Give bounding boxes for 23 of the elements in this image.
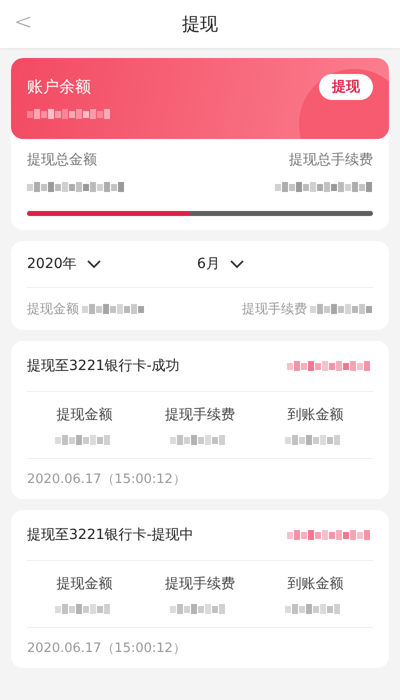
column-label: 到账金额	[287, 575, 344, 593]
amount-label: 提现金额	[27, 301, 79, 318]
column-label: 到账金额	[287, 406, 344, 424]
column-label: 提现手续费	[164, 575, 235, 593]
page-title: 提现	[182, 13, 218, 36]
blurred-value	[82, 303, 145, 315]
column-label: 提现手续费	[164, 406, 235, 424]
total-fee-label: 提现总手续费	[289, 151, 373, 169]
month-dropdown[interactable]: 6月	[197, 255, 367, 273]
column-label: 提现金额	[56, 406, 113, 424]
column-label: 提现金额	[56, 575, 113, 593]
blurred-value	[310, 303, 373, 315]
record-date: 2020.06.17（15:00:12）	[27, 640, 187, 658]
record-title: 提现至3221银行卡-成功	[27, 357, 180, 375]
withdraw-button[interactable]: 提现	[319, 74, 373, 100]
balance-label: 账户余额	[27, 76, 91, 98]
chevron-down-icon	[230, 260, 244, 268]
total-amount-label: 提现总金额	[27, 151, 97, 169]
fee-label: 提现手续费	[242, 301, 307, 318]
record-title: 提现至3221银行卡-提现中	[27, 526, 194, 544]
record-date: 2020.06.17（15:00:12）	[27, 471, 187, 489]
year-dropdown[interactable]: 2020年	[27, 255, 197, 273]
chevron-down-icon	[86, 260, 101, 268]
